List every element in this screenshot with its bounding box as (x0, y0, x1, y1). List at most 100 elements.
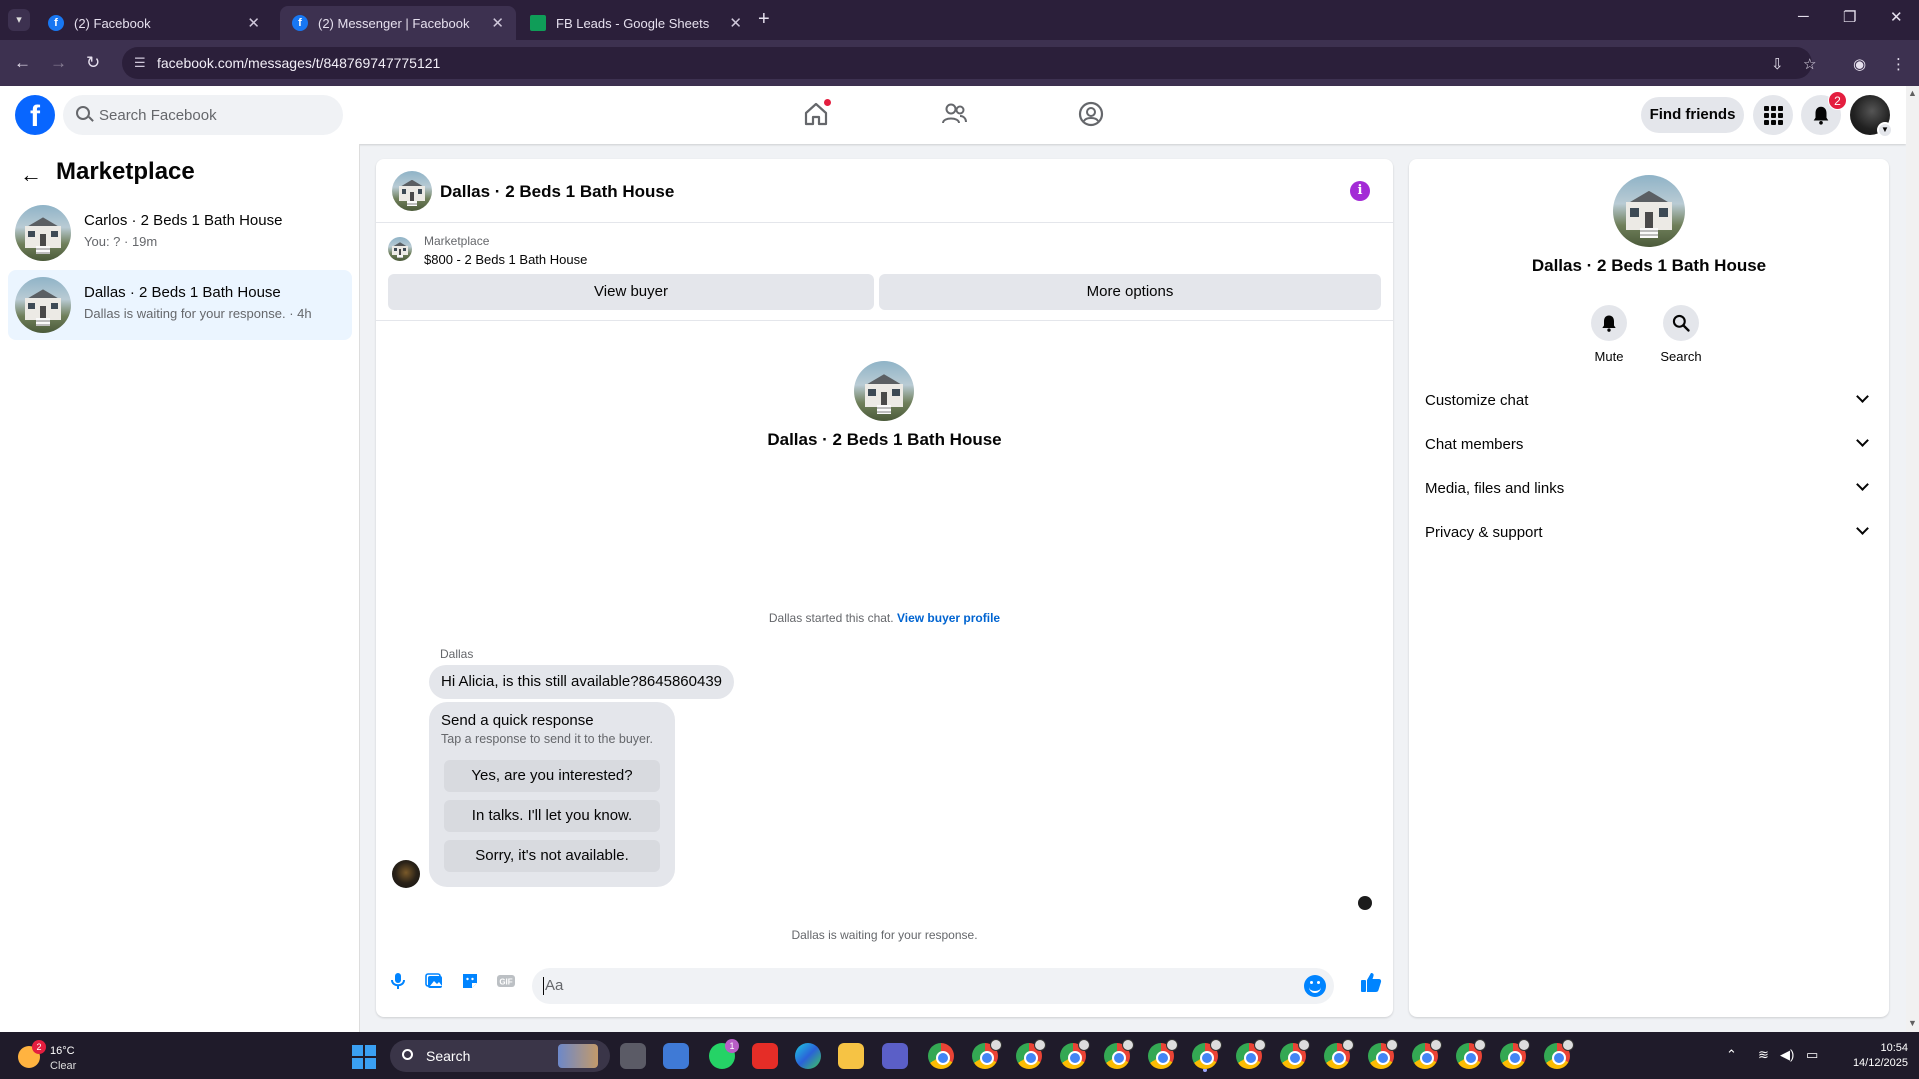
chrome-profile-icon[interactable] (1412, 1039, 1442, 1069)
waiting-notice: Dallas is waiting for your response. (791, 928, 978, 942)
tab-google-sheets[interactable]: FB Leads - Google Sheets ✕ (518, 6, 754, 40)
taskbar-search[interactable]: Search (390, 1040, 610, 1072)
find-friends-button[interactable]: Find friends (1641, 97, 1744, 133)
chrome-profile-icon[interactable] (1148, 1039, 1178, 1069)
restore-icon[interactable]: ❐ (1843, 8, 1856, 26)
site-info-icon[interactable]: ☰ (134, 55, 146, 71)
whatsapp-icon[interactable]: 1 (709, 1039, 739, 1069)
conversation-item-dallas[interactable]: Dallas · 2 Beds 1 Bath House Dallas is w… (8, 270, 352, 340)
wifi-icon[interactable]: ≋ (1758, 1047, 1769, 1063)
chrome-profile-icon[interactable] (1280, 1039, 1310, 1069)
reload-icon[interactable]: ↻ (86, 53, 100, 73)
quick-response-in-talks-button[interactable]: In talks. I'll let you know. (444, 800, 660, 832)
more-options-button[interactable]: More options (879, 274, 1381, 310)
search-conversation-button[interactable]: Search (1641, 305, 1721, 364)
mute-button[interactable]: Mute (1569, 305, 1649, 364)
chat-intro-avatar (854, 361, 914, 421)
chrome-profile-icon-active[interactable] (1192, 1039, 1222, 1069)
details-avatar[interactable] (1613, 175, 1685, 247)
window-close-icon[interactable]: ✕ (1890, 8, 1903, 26)
view-buyer-profile-link[interactable]: View buyer profile (897, 611, 1000, 625)
grid-menu-icon (1763, 105, 1783, 125)
sender-avatar[interactable] (392, 860, 420, 888)
photo-icon[interactable] (424, 971, 444, 991)
minimize-icon[interactable]: ─ (1798, 8, 1809, 25)
chat-avatar[interactable] (392, 171, 432, 211)
chrome-profile-icon[interactable] (1324, 1039, 1354, 1069)
chrome-profile-icon[interactable] (1016, 1039, 1046, 1069)
message-bubble[interactable]: Hi Alicia, is this still available?86458… (429, 665, 735, 699)
chrome-icon[interactable] (928, 1043, 954, 1069)
weather-temperature: 16°C (50, 1045, 75, 1057)
gif-icon[interactable]: GIF (496, 971, 516, 991)
sender-name: Dallas (440, 647, 474, 661)
browser-menu-icon[interactable]: ⋮ (1891, 55, 1906, 73)
friends-icon[interactable] (940, 100, 968, 128)
close-icon[interactable]: ✕ (729, 14, 742, 32)
emoji-icon[interactable] (1304, 975, 1326, 997)
file-explorer-icon[interactable] (838, 1043, 864, 1069)
tab-facebook[interactable]: f (2) Facebook ✕ (36, 6, 272, 40)
forward-icon[interactable]: → (50, 53, 67, 73)
chrome-profile-icon[interactable] (1104, 1039, 1134, 1069)
profile-icon[interactable]: ◉ (1853, 55, 1866, 73)
scroll-up-arrow-icon[interactable]: ▲ (1908, 88, 1917, 98)
chrome-profile-icon[interactable] (1060, 1039, 1090, 1069)
facebook-logo[interactable]: f (15, 95, 55, 135)
chat-title[interactable]: Dallas · 2 Beds 1 Bath House (440, 182, 674, 202)
account-avatar[interactable]: ▼ (1850, 95, 1893, 138)
tab-messenger[interactable]: f (2) Messenger | Facebook ✕ (280, 6, 516, 40)
close-icon[interactable]: ✕ (491, 14, 504, 32)
install-app-icon[interactable]: ⇩ (1771, 55, 1784, 73)
tray-chevron-up-icon[interactable]: ⌃ (1726, 1047, 1737, 1063)
microphone-icon[interactable] (388, 971, 408, 991)
sticker-icon[interactable] (460, 971, 480, 991)
chrome-profile-icon[interactable] (1368, 1039, 1398, 1069)
page-scrollbar[interactable]: ▲ ▼ (1906, 86, 1919, 1032)
task-view-icon[interactable] (620, 1043, 646, 1069)
battery-icon[interactable]: ▭ (1806, 1047, 1818, 1063)
quick-response-card: Send a quick response Tap a response to … (429, 702, 675, 887)
address-bar[interactable]: ☰ facebook.com/messages/t/84876974777512… (122, 47, 1812, 79)
new-tab-button[interactable]: + (758, 8, 770, 31)
menu-button[interactable] (1753, 95, 1793, 135)
teams-icon[interactable] (882, 1043, 908, 1069)
search-input[interactable]: Search Facebook (63, 95, 343, 135)
message-input[interactable]: Aa (532, 968, 1334, 1004)
marketplace-sidebar: ← Marketplace Carlos · 2 Beds 1 Bath Hou… (0, 144, 360, 1032)
chrome-profile-icon[interactable] (1500, 1039, 1530, 1069)
taskbar-clock[interactable]: 10:54 14/12/2025 (1846, 1041, 1908, 1071)
chat-started-notice: Dallas started this chat. View buyer pro… (376, 611, 1393, 625)
bookmark-star-icon[interactable]: ☆ (1803, 55, 1816, 73)
customize-chat-section[interactable]: Customize chat (1425, 383, 1873, 419)
start-windows-icon[interactable] (352, 1045, 376, 1069)
volume-icon[interactable]: ◀) (1780, 1047, 1794, 1063)
notifications-button[interactable]: 2 (1801, 91, 1847, 135)
listing-price-title[interactable]: $800 - 2 Beds 1 Bath House (424, 252, 587, 267)
chrome-profile-icon[interactable] (972, 1039, 1002, 1069)
tab-search-button[interactable]: ▾ (8, 9, 30, 31)
privacy-support-section[interactable]: Privacy & support (1425, 515, 1873, 551)
conversation-item-carlos[interactable]: Carlos · 2 Beds 1 Bath House You: ? · 19… (8, 198, 352, 268)
chrome-profile-icon[interactable] (1544, 1039, 1574, 1069)
chat-members-section[interactable]: Chat members (1425, 427, 1873, 463)
info-icon[interactable]: i (1350, 181, 1370, 201)
groups-icon[interactable] (1077, 100, 1105, 128)
home-icon[interactable] (802, 98, 832, 128)
chat-details-panel: Dallas · 2 Beds 1 Bath House Mute Search… (1409, 159, 1889, 1017)
scroll-down-arrow-icon[interactable]: ▼ (1908, 1018, 1917, 1028)
back-icon[interactable]: ← (14, 53, 31, 73)
chrome-profile-icon[interactable] (1456, 1039, 1486, 1069)
youtube-icon[interactable] (752, 1043, 778, 1069)
edge-icon[interactable] (795, 1043, 821, 1069)
view-buyer-button[interactable]: View buyer (388, 274, 874, 310)
back-arrow-icon[interactable]: ← (20, 162, 42, 188)
media-files-links-section[interactable]: Media, files and links (1425, 471, 1873, 507)
chrome-profile-icon[interactable] (1236, 1039, 1266, 1069)
store-icon[interactable] (663, 1043, 689, 1069)
quick-response-yes-button[interactable]: Yes, are you interested? (444, 760, 660, 792)
tab-label: (2) Messenger | Facebook (318, 15, 470, 31)
like-thumb-icon[interactable] (1359, 970, 1383, 994)
quick-response-not-available-button[interactable]: Sorry, it's not available. (444, 840, 660, 872)
close-icon[interactable]: ✕ (247, 14, 260, 32)
